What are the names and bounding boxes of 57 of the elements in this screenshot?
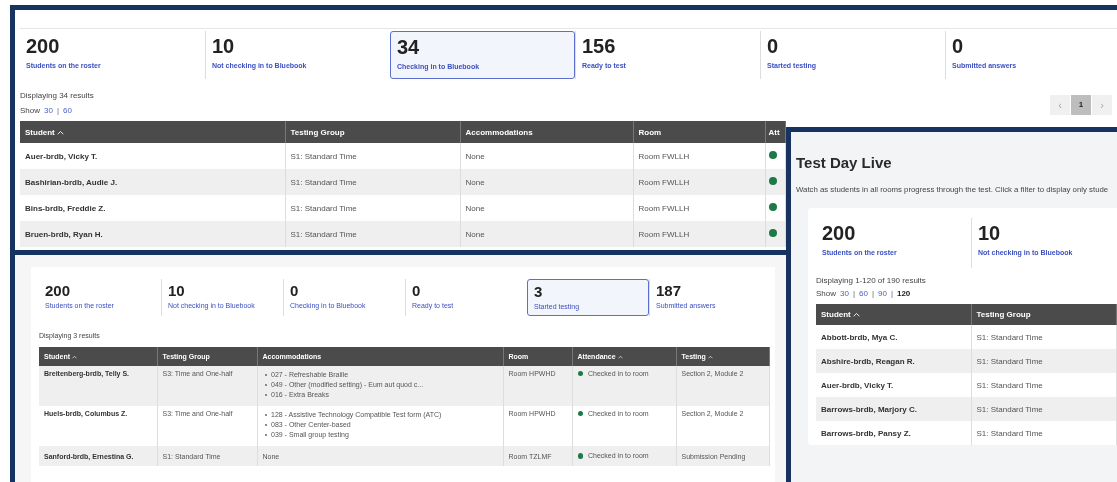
column-header[interactable]: Accommodations xyxy=(460,121,633,143)
table-cell: S1: Standard Time xyxy=(971,373,1116,397)
page-number-button[interactable]: 1 xyxy=(1071,94,1091,115)
table-cell: Room FWLLH xyxy=(633,169,765,195)
table-cell: Room FWLLH xyxy=(633,221,765,247)
page-size-link[interactable]: 60 xyxy=(63,106,72,115)
sort-caret-icon[interactable] xyxy=(72,354,78,359)
table-cell: S1: Standard Time xyxy=(285,143,460,169)
results-count: Displaying 1-120 of 190 results xyxy=(816,276,927,285)
student-name-cell: Abbott-brdb, Mya C. xyxy=(816,325,971,349)
student-name-cell: Barrows-brdb, Pansy Z. xyxy=(816,421,971,445)
sort-caret-icon[interactable] xyxy=(617,354,623,359)
page-size-link[interactable]: 120 xyxy=(896,289,911,298)
student-name-cell: Bruen-brdb, Ryan H. xyxy=(20,221,285,247)
status-dot-icon xyxy=(577,410,583,417)
table-cell: S1: Standard Time xyxy=(971,349,1116,373)
student-name-cell: Barrows-brdb, Marjory C. xyxy=(816,397,971,421)
column-header[interactable]: Testing Group xyxy=(285,121,460,143)
column-header[interactable]: Student xyxy=(816,304,971,325)
page-size-link[interactable]: 30 xyxy=(840,289,849,298)
page-title: Test Day Live xyxy=(796,154,893,171)
table-cell: S1: Standard Time xyxy=(285,195,460,221)
status-dot-icon xyxy=(577,453,583,459)
column-header[interactable]: Att xyxy=(765,121,785,143)
table-cell: S1: Standard Time xyxy=(971,421,1116,445)
page-size-link[interactable]: 30 xyxy=(44,106,53,115)
table-cell: Room FWLLH xyxy=(633,143,765,169)
show-label: Show xyxy=(816,289,836,298)
table-cell: S1: Standard Time xyxy=(971,325,1116,349)
table-cell: S1: Standard Time xyxy=(285,221,460,247)
student-name-cell: Bins-brdb, Freddie Z. xyxy=(20,195,285,221)
table-cell: None xyxy=(460,195,633,221)
page-size-link[interactable]: 90 xyxy=(878,289,887,298)
student-name-cell: Auer-brdb, Vicky T. xyxy=(816,373,971,397)
table-cell: S1: Standard Time xyxy=(971,397,1116,421)
table-cell: S1: Standard Time xyxy=(285,169,460,195)
student-name-cell: Abshire-brdb, Reagan R. xyxy=(816,349,971,373)
status-dot-icon xyxy=(577,370,583,377)
table-cell: None xyxy=(460,169,633,195)
student-name-cell: Bashirian-brdb, Audie J. xyxy=(20,169,285,195)
separator-text: | xyxy=(56,106,59,115)
table-cell: None xyxy=(460,143,633,169)
sort-caret-icon[interactable] xyxy=(56,129,64,135)
sort-caret-icon[interactable] xyxy=(707,354,713,359)
separator-text: | xyxy=(871,289,874,298)
separator-text: | xyxy=(890,289,893,298)
show-label: Show xyxy=(20,106,40,115)
column-header[interactable]: Testing Group xyxy=(971,304,1116,325)
sort-caret-icon[interactable] xyxy=(852,312,860,317)
results-count: Displaying 34 results xyxy=(20,91,95,100)
table-cell: Room FWLLH xyxy=(633,195,765,221)
page-size-link[interactable]: 60 xyxy=(859,289,868,298)
column-header[interactable]: Student xyxy=(20,121,285,143)
table-cell: None xyxy=(460,221,633,247)
separator-text: | xyxy=(852,289,855,298)
column-header[interactable]: Room xyxy=(633,121,765,143)
student-name-cell: Auer-brdb, Vicky T. xyxy=(20,143,285,169)
